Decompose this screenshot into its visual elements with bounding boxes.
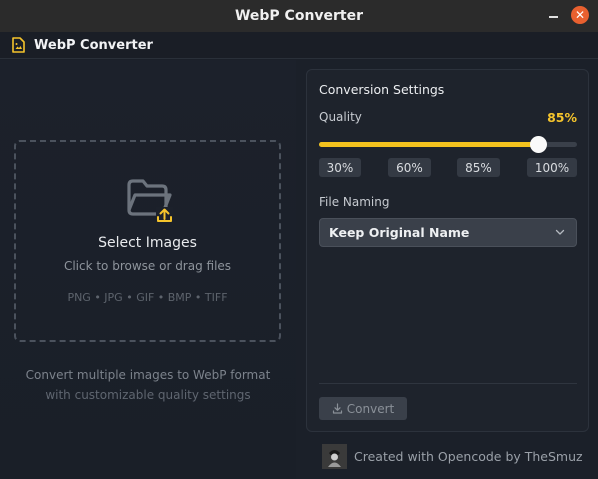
app-description-line1: Convert multiple images to WebP format (25, 368, 271, 382)
author-avatar (322, 444, 347, 469)
preset-60-button[interactable]: 60% (388, 158, 431, 177)
minimize-icon[interactable] (545, 7, 561, 23)
download-icon (332, 403, 342, 414)
folder-upload-icon (127, 179, 173, 222)
file-naming-value: Keep Original Name (329, 225, 470, 240)
divider (319, 383, 577, 384)
preset-100-button[interactable]: 100% (527, 158, 577, 177)
window-titlebar: WebP Converter ✕ (0, 0, 598, 32)
dropzone-subtitle: Click to browse or drag files (63, 259, 232, 273)
quality-label: Quality (319, 110, 362, 124)
conversion-settings-panel: Conversion Settings Quality 85% 30% 60% … (306, 69, 589, 432)
dropzone-title: Select Images (98, 235, 197, 251)
close-icon[interactable]: ✕ (571, 6, 589, 24)
convert-button[interactable]: Convert (319, 397, 407, 420)
app-title: WebP Converter (34, 37, 153, 53)
file-naming-select[interactable]: Keep Original Name (319, 218, 577, 247)
file-naming-label: File Naming (319, 195, 390, 209)
window-title: WebP Converter (234, 8, 364, 24)
quality-slider-thumb[interactable] (530, 136, 548, 153)
footer-credit: Created with Opencode by TheSmuz (354, 449, 583, 464)
chevron-down-icon (555, 229, 565, 235)
app-description-line2: with customizable quality settings (45, 388, 251, 402)
supported-formats: PNG • JPG • GIF • BMP • TIFF (67, 291, 228, 304)
image-file-icon (12, 37, 25, 53)
preset-30-button[interactable]: 30% (319, 158, 361, 177)
app-header: WebP Converter (0, 32, 598, 59)
settings-title: Conversion Settings (319, 82, 445, 97)
avatar-image-icon (322, 444, 347, 469)
left-panel: Select Images Click to browse or drag fi… (0, 60, 296, 479)
quality-value: 85% (547, 110, 577, 125)
quality-slider-fill (319, 142, 539, 147)
convert-label: Convert (346, 401, 395, 416)
preset-85-button[interactable]: 85% (457, 158, 500, 177)
quality-slider[interactable] (319, 136, 577, 153)
image-dropzone[interactable]: Select Images Click to browse or drag fi… (14, 140, 281, 342)
